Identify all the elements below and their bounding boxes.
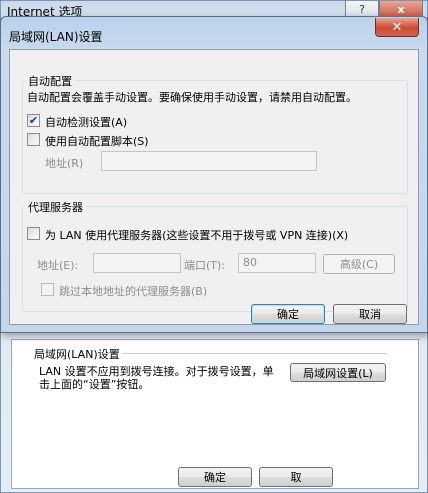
proxy-address-input[interactable] [93,253,181,273]
dialog-title: 局域网(LAN)设置 [9,30,103,44]
proxy-group: 代理服务器 为 LAN 使用代理服务器(这些设置不用于拨号或 VPN 连接)(X… [22,199,408,312]
proxy-port-label: 端口(T): [184,259,226,272]
dialog-client-area: 自动配置 自动配置会覆盖手动设置。要确保使用手动设置，请禁用自动配置。 ✔ 自动… [9,49,419,325]
lan-group-title: 局域网(LAN)设置 [32,346,122,362]
lan-settings-dialog: 局域网(LAN)设置 ✕ 自动配置 自动配置会覆盖手动设置。要确保使用手动设置，… [0,16,428,333]
auto-detect-label[interactable]: 自动检测设置(A) [45,114,127,130]
bypass-local-label[interactable]: 跳过本地地址的代理服务器(B) [59,283,207,299]
lan-settings-button[interactable]: 局域网设置(L) [290,363,386,382]
auto-config-description: 自动配置会覆盖手动设置。要确保使用手动设置，请禁用自动配置。 [27,91,357,104]
use-script-label[interactable]: 使用自动配置脚本(S) [45,133,149,149]
close-icon[interactable]: ✕ [375,18,419,37]
use-proxy-checkbox[interactable] [27,227,40,240]
use-proxy-label[interactable]: 为 LAN 使用代理服务器(这些设置不用于拨号或 VPN 连接)(X) [45,227,348,243]
advanced-button[interactable]: 高级(C) [323,254,395,274]
dialog-ok-button[interactable]: 确定 [251,304,325,324]
ok-button[interactable]: 确定 [178,467,252,487]
bypass-local-checkbox[interactable] [41,283,54,296]
use-script-checkbox[interactable] [27,133,40,146]
auto-config-group-title: 自动配置 [25,73,75,89]
lan-group-description: LAN 设置不应用到拨号连接。对于拨号设置，单击上面的“设置”按钮。 [39,365,274,391]
auto-config-group: 自动配置 自动配置会覆盖手动设置。要确保使用手动设置，请禁用自动配置。 ✔ 自动… [22,73,408,194]
proxy-port-input[interactable]: 80 [238,253,316,273]
proxy-group-title: 代理服务器 [25,199,86,215]
dialog-cancel-button[interactable]: 取消 [333,304,407,324]
proxy-address-label: 地址(E): [37,259,79,272]
script-address-label: 地址(R) [45,157,84,170]
auto-detect-checkbox[interactable]: ✔ [27,114,40,127]
script-address-input[interactable] [101,151,317,171]
group-divider [119,353,387,354]
cancel-button[interactable]: 取 [259,467,333,487]
